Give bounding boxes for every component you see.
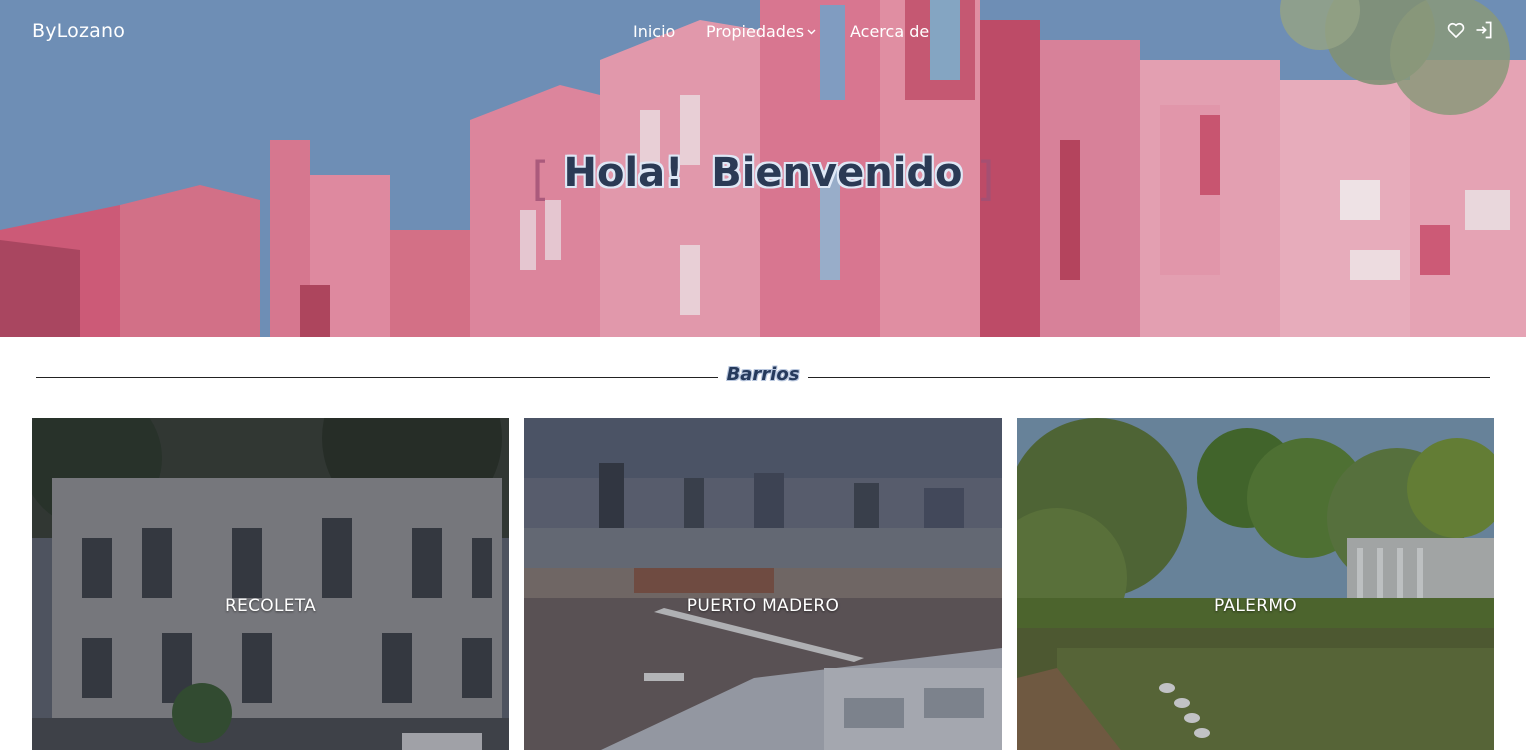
divider-right xyxy=(808,377,1490,378)
nav-link-inicio[interactable]: Inicio xyxy=(633,22,675,41)
navbar: ByLozano Inicio Propiedades Acerca de xyxy=(0,0,1526,64)
card-label-puerto-madero: PUERTO MADERO xyxy=(686,596,840,616)
section-title: Barrios xyxy=(726,364,800,385)
nav-link-acerca-de[interactable]: Acerca de xyxy=(850,22,929,41)
chevron-down-icon xyxy=(807,27,816,38)
neighborhood-card-palermo[interactable]: PALERMO xyxy=(1017,418,1494,750)
card-overlay xyxy=(32,418,509,750)
hero-banner: ByLozano Inicio Propiedades Acerca de [ … xyxy=(0,0,1526,337)
card-overlay xyxy=(1017,418,1494,750)
hero-title-container: [ Hola! Bienvenido ] xyxy=(0,150,1526,206)
card-label-recoleta: RECOLETA xyxy=(224,596,317,616)
hero-title: [ Hola! Bienvenido ] xyxy=(531,150,994,206)
login-icon[interactable] xyxy=(1474,20,1496,42)
bracket-right: ] xyxy=(976,152,995,206)
section-header: Barrios xyxy=(36,360,1490,396)
neighborhood-card-recoleta[interactable]: RECOLETA xyxy=(32,418,509,750)
card-overlay xyxy=(524,418,1002,750)
hero-title-text: Hola! Bienvenido xyxy=(563,150,963,196)
card-label-palermo: PALERMO xyxy=(1214,596,1297,616)
neighborhood-card-puerto-madero[interactable]: PUERTO MADERO xyxy=(524,418,1002,750)
bracket-left: [ xyxy=(531,152,550,206)
heart-icon[interactable] xyxy=(1446,20,1468,42)
divider-left xyxy=(36,377,718,378)
brand-logo[interactable]: ByLozano xyxy=(32,20,125,42)
nav-link-propiedades[interactable]: Propiedades xyxy=(706,22,816,41)
nav-link-propiedades-label: Propiedades xyxy=(706,22,805,41)
